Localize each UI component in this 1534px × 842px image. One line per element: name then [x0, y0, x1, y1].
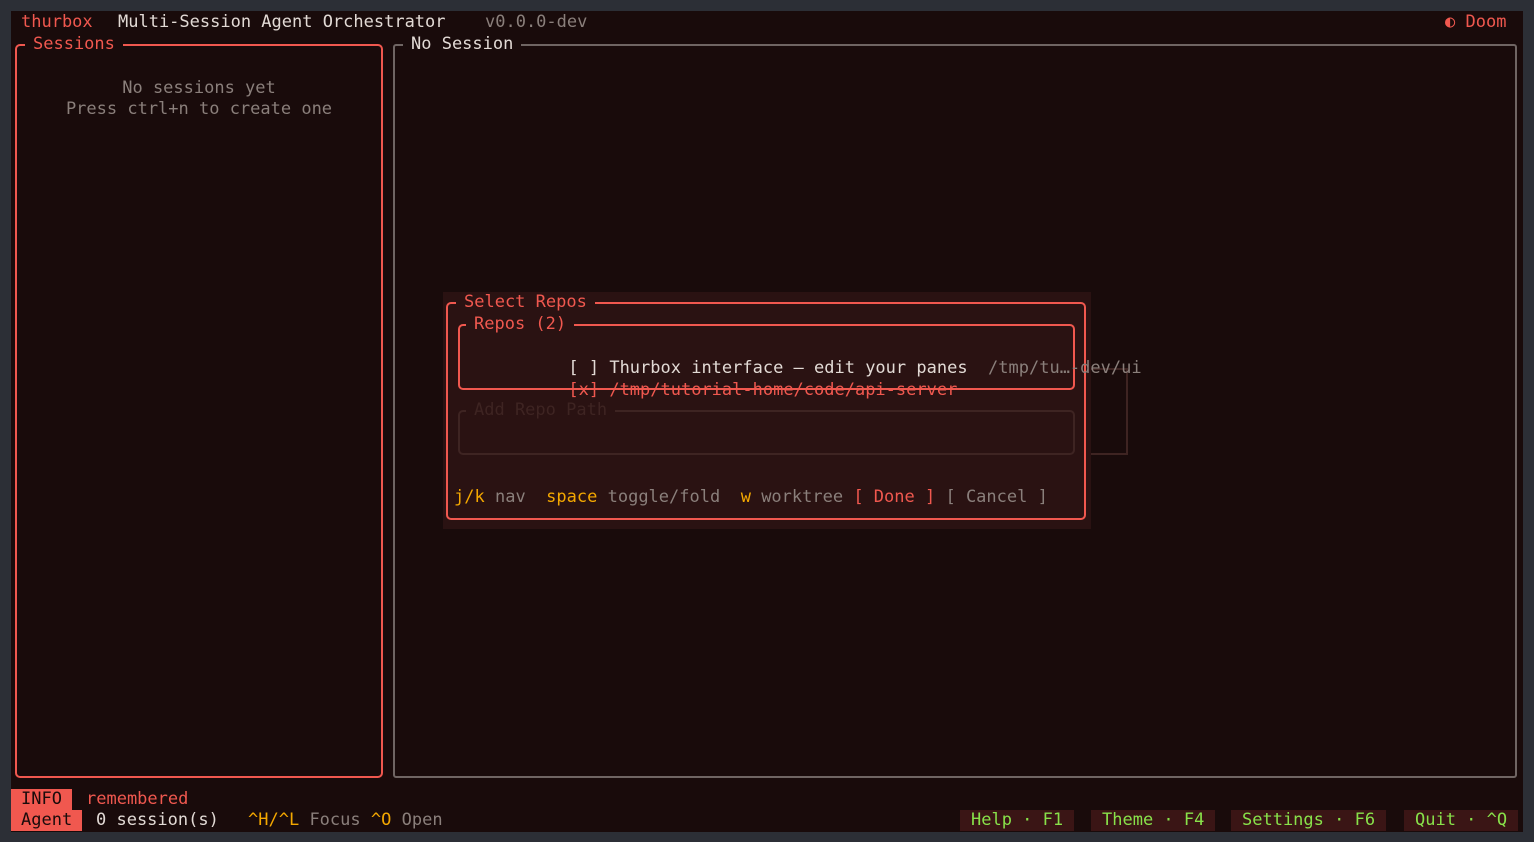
sessions-empty-line1: No sessions yet — [122, 78, 276, 98]
session-count: 0 session(s) — [96, 810, 219, 830]
sessions-panel-title: Sessions — [25, 34, 123, 55]
status-level-badge: INFO — [11, 789, 72, 810]
quit-button[interactable]: Quit · ^Q — [1404, 810, 1519, 831]
main-panel-title: No Session — [403, 34, 522, 55]
mode-badge: Agent — [11, 810, 83, 831]
repo-name: /tmp/tutorial-home/code/api-server — [609, 380, 958, 400]
select-repos-modal: Select Repos Repos (2) [ ] Thurbox inter… — [443, 292, 1142, 529]
modal-title: Select Repos — [456, 292, 595, 313]
sessions-empty-line2: Press ctrl+n to create one — [65, 99, 333, 119]
hint-label: nav — [494, 487, 526, 507]
cancel-button[interactable]: [ Cancel ] — [945, 487, 1047, 507]
hint-key: w — [740, 487, 751, 507]
focus-label: Focus — [309, 810, 361, 830]
open-label: Open — [401, 810, 443, 830]
app-subtitle: Multi-Session Agent Orchestrator — [118, 12, 446, 32]
repos-list-title: Repos (2) — [466, 314, 575, 335]
select-repos-frame: Select Repos Repos (2) [ ] Thurbox inter… — [446, 292, 1142, 520]
repo-checkbox-checked[interactable]: [x] — [568, 380, 599, 400]
hint-label: worktree — [761, 487, 844, 507]
status-message: remembered — [86, 789, 189, 809]
terminal-screen: thurbox Multi-Session Agent Orchestrator… — [11, 11, 1523, 832]
hint-key: space — [546, 487, 598, 507]
focus-key: ^H/^L — [248, 810, 300, 830]
sessions-panel[interactable]: Sessions No sessions yet Press ctrl+n to… — [15, 34, 383, 778]
hint-key: j/k — [454, 487, 485, 507]
settings-button[interactable]: Settings · F6 — [1231, 810, 1387, 831]
add-repo-path-input[interactable]: Add Repo Path — [458, 400, 1075, 455]
theme-indicator[interactable]: ◐ Doom — [1445, 12, 1506, 33]
moon-icon: ◐ — [1445, 12, 1456, 32]
hint-label: toggle/fold — [607, 487, 721, 507]
repos-list[interactable]: Repos (2) [ ] Thurbox interface — edit y… — [458, 314, 1142, 400]
add-repo-path-label: Add Repo Path — [466, 400, 616, 421]
modal-hint-bar: j/k nav space toggle/fold w worktree [ D… — [454, 487, 1048, 508]
open-key: ^O — [370, 810, 392, 830]
done-button[interactable]: [ Done ] — [853, 487, 935, 507]
app-name: thurbox — [21, 12, 93, 32]
theme-name: Doom — [1465, 12, 1507, 32]
shortcut-hints: ^H/^L Focus ^O Open — [248, 810, 443, 831]
sessions-empty-message: No sessions yet Press ctrl+n to create o… — [17, 78, 381, 120]
help-button[interactable]: Help · F1 — [960, 810, 1075, 831]
repo-path: /tmp/tu…-dev/ui — [988, 358, 1142, 378]
app-version: v0.0.0-dev — [485, 12, 588, 32]
theme-button[interactable]: Theme · F4 — [1091, 810, 1216, 831]
